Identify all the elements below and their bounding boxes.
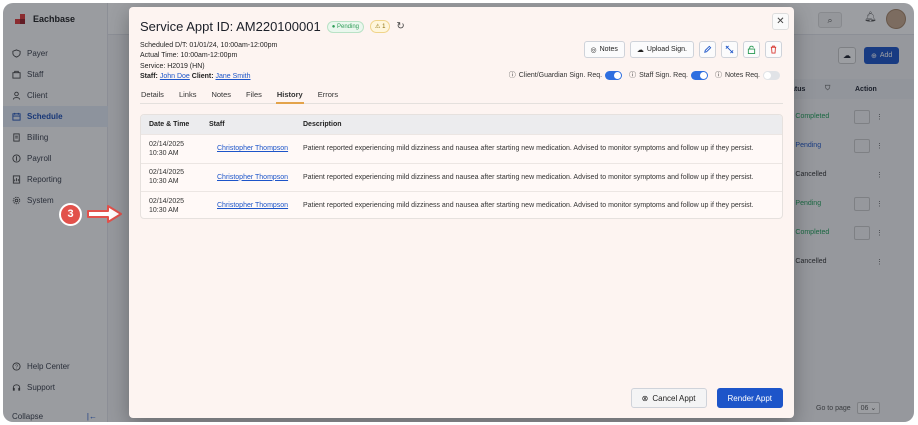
toggle-switch[interactable] (690, 70, 708, 80)
notes-req-toggle[interactable]: ⓘ Notes Req. (715, 70, 780, 80)
info-icon: ⓘ (508, 72, 516, 79)
app-frame: Eachbase Payer Staff Client Schedule Bil… (3, 3, 914, 422)
notes-button[interactable]: ◎ Notes (583, 41, 625, 58)
time-text: 10:30 AM (149, 206, 179, 214)
date-text: 02/14/2025 (149, 140, 185, 148)
notes-icon: ◎ (590, 46, 597, 54)
date-text: 02/14/2025 (149, 197, 185, 205)
description-cell: Patient reported experiencing mild dizzi… (303, 145, 754, 153)
upload-sign-label: Upload Sign. (646, 46, 687, 53)
tab-details[interactable]: Details (140, 89, 165, 104)
warning-count: 1 (382, 24, 386, 30)
toggle-switch[interactable] (605, 70, 623, 80)
client-link[interactable]: Jane Smith (216, 73, 251, 80)
render-appt-button[interactable]: Render Appt (716, 388, 783, 408)
tab-errors[interactable]: Errors (317, 89, 339, 104)
service-appt-modal: Service Appt ID: AM220100001 ● Pending ⚠… (129, 7, 794, 418)
table-row: 02/14/2025 10:30 AM Christopher Thompson … (141, 134, 782, 163)
modal-footer: ⊗ Cancel Appt Render Appt (630, 388, 783, 408)
toggle-label: Staff Sign. Req. (639, 71, 688, 79)
signature-toggles: ⓘ Client/Guardian Sign. Req. ⓘ Staff Sig… (509, 70, 780, 80)
edit-icon (704, 45, 712, 53)
tab-files[interactable]: Files (245, 89, 263, 104)
date-text: 02/14/2025 (149, 169, 185, 177)
step-badge: 3 (59, 203, 82, 226)
staff-link[interactable]: Christopher Thompson (217, 174, 288, 181)
warning-badge[interactable]: ⚠ 1 (370, 20, 391, 33)
date-time-cell: 02/14/2025 10:30 AM (141, 197, 209, 215)
time-text: 10:30 AM (149, 178, 179, 186)
staff-cell: Christopher Thompson (209, 145, 297, 152)
toggle-label: Client/Guardian Sign. Req. (518, 71, 603, 79)
tab-notes[interactable]: Notes (210, 89, 232, 104)
modal-actions: ◎ Notes ☁ Upload Sign. (583, 41, 782, 58)
arrow-right-icon (87, 205, 122, 223)
staff-sign-toggle[interactable]: ⓘ Staff Sign. Req. (629, 70, 708, 80)
cancel-circle-icon: ⊗ (641, 393, 649, 403)
info-icon: ⓘ (714, 72, 722, 79)
tab-links[interactable]: Links (178, 89, 198, 104)
toggle-label: Notes Req. (724, 71, 760, 79)
refresh-icon[interactable]: ↻ (396, 21, 404, 32)
description-cell: Patient reported experiencing mild dizzi… (303, 173, 754, 181)
client-guardian-sign-toggle[interactable]: ⓘ Client/Guardian Sign. Req. (508, 70, 623, 80)
col-staff: Staff (209, 121, 225, 128)
unlock-button[interactable] (743, 41, 760, 58)
history-header: Date & Time Staff Description (141, 115, 782, 134)
col-description: Description (303, 121, 342, 128)
close-icon: ✕ (776, 16, 785, 27)
info-icon: ⓘ (629, 72, 637, 79)
toggle-switch[interactable] (763, 70, 780, 80)
unlink-button[interactable] (721, 41, 738, 58)
staff-link[interactable]: Christopher Thompson (217, 202, 288, 209)
staff-label: Staff: (140, 72, 158, 80)
appt-meta: Scheduled D/T: 01/01/24, 10:00am-12:00pm… (140, 41, 277, 82)
client-label: Client: (191, 72, 214, 80)
service-code: Service: H2019 (HN) (140, 62, 205, 70)
description-cell: Patient reported experiencing mild dizzi… (303, 202, 754, 210)
time-text: 10:30 AM (149, 149, 179, 157)
close-button[interactable]: ✕ (772, 13, 789, 30)
lock-icon (747, 45, 756, 54)
table-row: 02/14/2025 10:30 AM Christopher Thompson … (141, 191, 782, 218)
unlink-icon (725, 45, 734, 54)
staff-client-line: Staff: John Doe Client: Jane Smith (140, 72, 277, 82)
modal-header: Service Appt ID: AM220100001 ● Pending ⚠… (140, 19, 405, 34)
staff-link[interactable]: John Doe (160, 73, 190, 80)
status-badge-label: Pending (336, 23, 360, 30)
history-table: Date & Time Staff Description 02/14/2025… (140, 114, 783, 219)
modal-tabs: Details Links Notes Files History Errors (140, 89, 783, 104)
date-time-cell: 02/14/2025 10:30 AM (141, 168, 209, 186)
staff-link[interactable]: Christopher Thompson (217, 145, 288, 152)
upload-cloud-icon: ☁ (636, 46, 644, 54)
tab-history[interactable]: History (275, 89, 304, 104)
scheduled-dt: Scheduled D/T: 01/01/24, 10:00am-12:00pm (140, 42, 278, 49)
actual-time: Actual Time: 10:00am-12:00pm (140, 52, 238, 60)
render-appt-label: Render Appt (727, 393, 772, 403)
delete-button[interactable] (765, 41, 782, 58)
staff-cell: Christopher Thompson (209, 202, 297, 209)
cancel-appt-button[interactable]: ⊗ Cancel Appt (630, 388, 707, 408)
notes-button-label: Notes (599, 46, 618, 53)
edit-button[interactable] (699, 41, 716, 58)
upload-sign-button[interactable]: ☁ Upload Sign. (629, 41, 694, 58)
trash-icon (770, 45, 777, 54)
staff-cell: Christopher Thompson (209, 174, 297, 181)
status-badge: ● Pending (326, 20, 365, 33)
modal-title: Service Appt ID: AM220100001 (140, 19, 321, 34)
cancel-appt-label: Cancel Appt (652, 393, 696, 403)
table-row: 02/14/2025 10:30 AM Christopher Thompson … (141, 162, 782, 192)
col-date-time: Date & Time (149, 121, 190, 128)
date-time-cell: 02/14/2025 10:30 AM (141, 140, 209, 158)
